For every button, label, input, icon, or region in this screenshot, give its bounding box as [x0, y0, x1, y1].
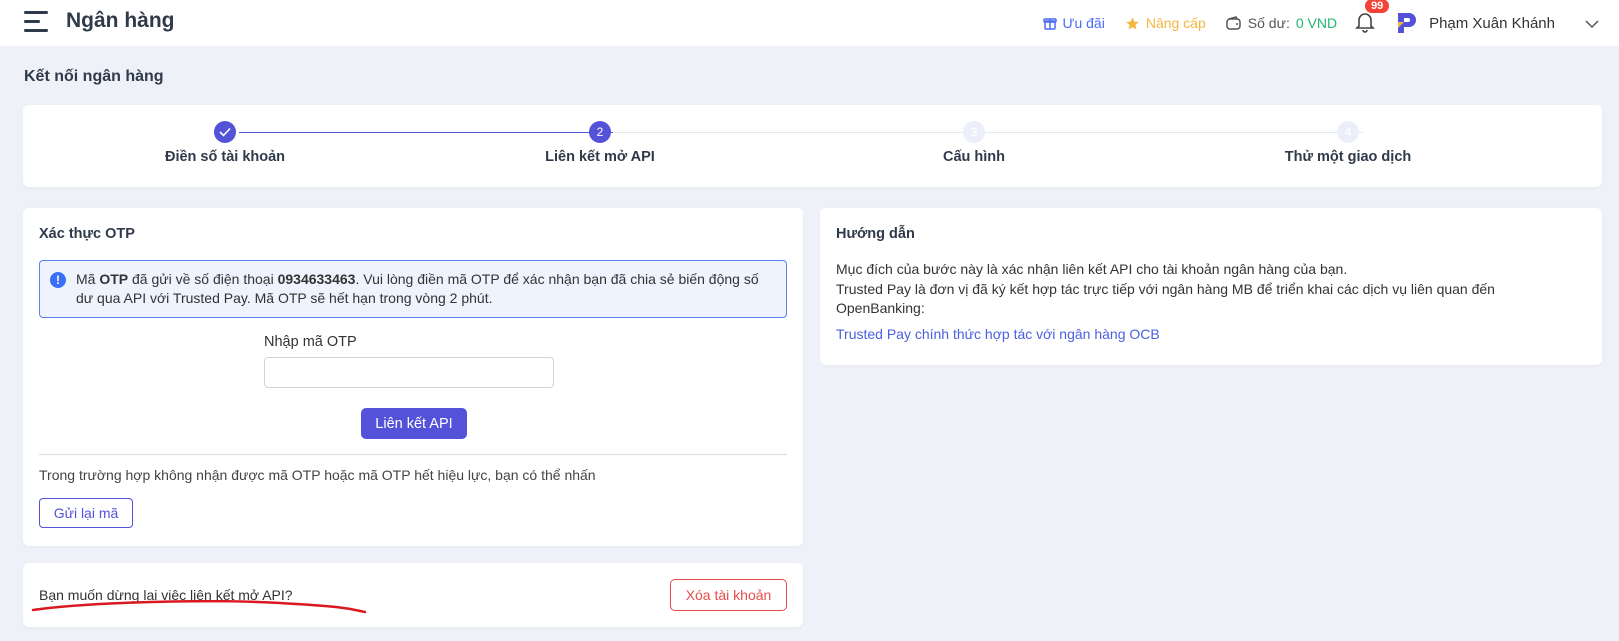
top-bar: Ngân hàng Ưu đãi Nâng cấp Số dư: 0 VND 9… [0, 0, 1619, 46]
alert-otp-word: OTP [99, 271, 129, 287]
stop-linking-card: Bạn muốn dừng lại việc liên kết mở API? … [23, 563, 803, 627]
link-api-button[interactable]: Liên kết API [361, 408, 467, 439]
star-icon [1125, 16, 1140, 31]
page-title: Kết nối ngân hàng [24, 68, 164, 85]
menu-icon[interactable] [24, 11, 48, 33]
otp-input-label: Nhập mã OTP [264, 334, 357, 350]
user-name[interactable]: Phạm Xuân Khánh [1429, 15, 1555, 32]
notifications-button[interactable]: 99 [1355, 0, 1390, 36]
info-icon: ! [50, 272, 66, 288]
delete-account-button[interactable]: Xóa tài khoản [670, 579, 787, 611]
header-actions: Ưu đãi Nâng cấp Số dư: 0 VND 99 Phạm Xuâ… [1023, 0, 1600, 46]
promo-label: Ưu đãi [1062, 15, 1105, 31]
step-1-label: Điền số tài khoản [164, 149, 286, 165]
upgrade-label: Nâng cấp [1145, 15, 1206, 31]
divider [39, 454, 787, 455]
balance-label: Số dư: [1247, 15, 1290, 31]
alert-text-mid: đã gửi về số điện thoại [128, 271, 278, 287]
wallet-icon [1226, 15, 1242, 31]
guide-text: Mục đích của bước này là xác nhận liên k… [836, 260, 1586, 319]
guide-line-1: Mục đích của bước này là xác nhận liên k… [836, 261, 1348, 277]
step-3-indicator: 3 [963, 121, 985, 143]
notification-badge: 99 [1365, 0, 1390, 13]
step-1-check-icon [214, 121, 236, 143]
balance-value: 0 VND [1295, 15, 1338, 31]
otp-card-title: Xác thực OTP [39, 226, 135, 242]
step-connector-1 [239, 132, 614, 133]
resend-code-button[interactable]: Gửi lại mã [39, 498, 133, 528]
promo-link[interactable]: Ưu đãi [1042, 15, 1105, 31]
upgrade-link[interactable]: Nâng cấp [1125, 15, 1206, 31]
brand-logo-icon[interactable] [1393, 10, 1419, 36]
step-3-label: Cấu hình [942, 149, 1006, 165]
red-underline-annotation [31, 600, 367, 614]
step-4-label: Thử một giao dịch [1284, 149, 1412, 165]
step-2-indicator: 2 [589, 121, 611, 143]
gift-icon [1042, 16, 1057, 30]
guide-line-2: Trusted Pay là đơn vị đã ký kết hợp tác … [836, 280, 1495, 317]
ocb-partnership-link[interactable]: Trusted Pay chính thức hợp tác với ngân … [836, 326, 1160, 342]
otp-input[interactable] [264, 357, 554, 388]
alert-text-prefix: Mã [76, 271, 100, 287]
step-2-label: Liên kết mở API [545, 149, 655, 165]
stepper: 2 3 4 Điền số tài khoản Liên kết mở API … [23, 105, 1602, 187]
step-4-indicator: 4 [1337, 121, 1359, 143]
guide-card-title: Hướng dẫn [836, 226, 915, 242]
app-title: Ngân hàng [66, 9, 175, 32]
guide-card: Hướng dẫn Mục đích của bước này là xác n… [820, 208, 1602, 365]
chevron-down-icon[interactable] [1585, 15, 1599, 31]
balance-display: Số dư: 0 VND [1226, 15, 1337, 31]
step-connector-2 [613, 132, 988, 133]
otp-card: Xác thực OTP ! Mã OTP đã gửi về số điện … [23, 208, 803, 546]
resend-hint: Trong trường hợp không nhận được mã OTP … [39, 467, 596, 483]
otp-alert: ! Mã OTP đã gửi về số điện thoại 0934633… [39, 260, 787, 318]
bell-icon [1355, 11, 1375, 36]
alert-phone-number: 0934633463 [277, 271, 356, 287]
step-connector-3 [988, 132, 1363, 133]
